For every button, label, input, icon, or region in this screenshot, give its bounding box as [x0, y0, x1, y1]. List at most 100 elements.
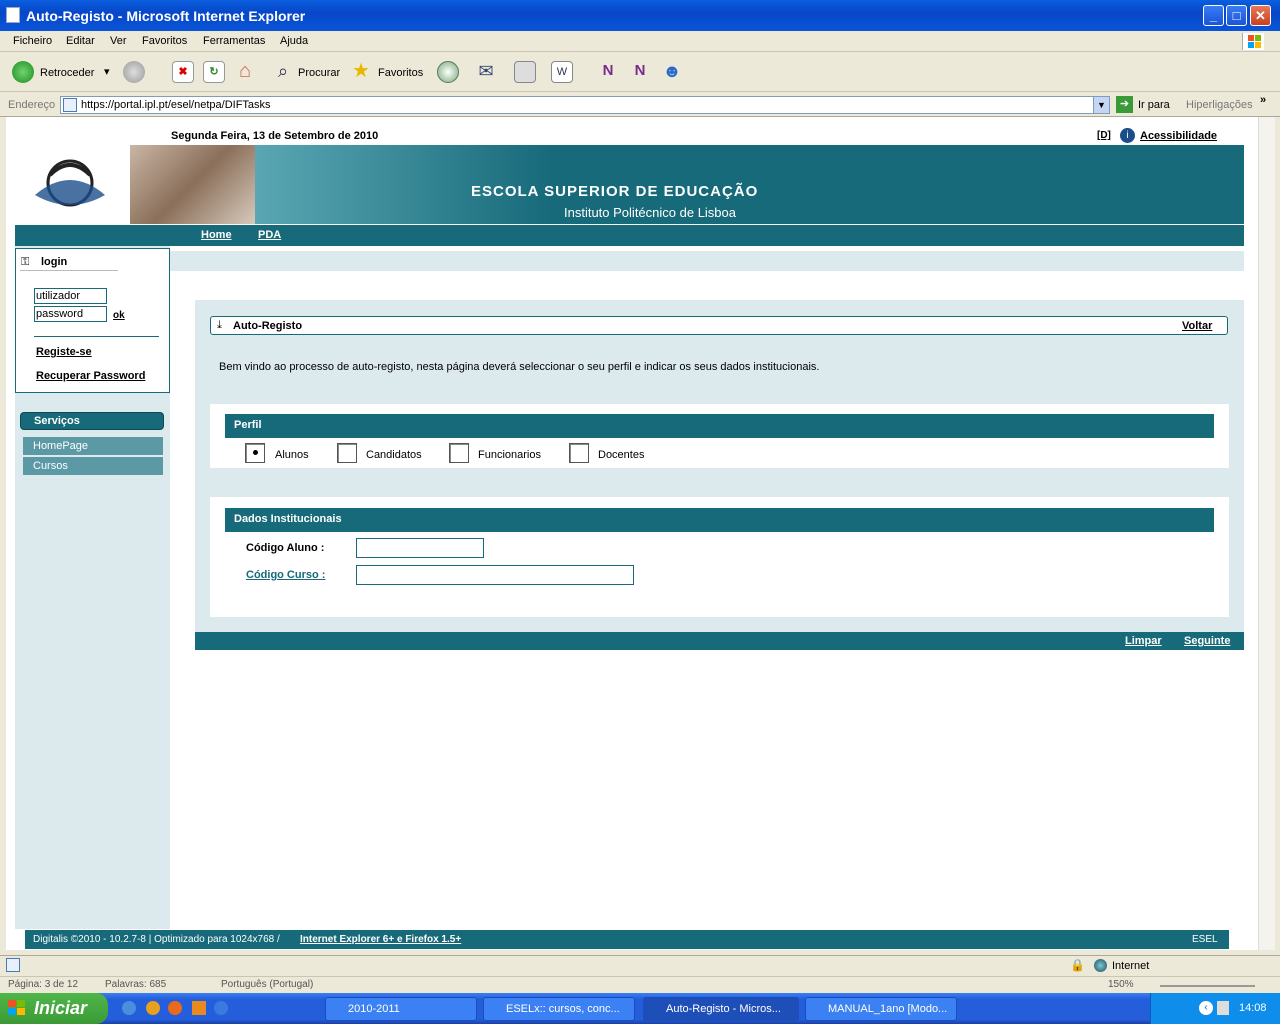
menu-ficheiro[interactable]: Ficheiro: [13, 35, 52, 47]
radio-dot: [253, 450, 258, 455]
ie-page-icon: [6, 7, 20, 23]
sidebar-item-homepage[interactable]: HomePage: [23, 437, 163, 455]
radio-alunos[interactable]: [245, 443, 265, 463]
window-title: Auto-Registo - Microsoft Internet Explor…: [26, 8, 306, 24]
page-date: Segunda Feira, 13 de Setembro de 2010: [171, 130, 379, 142]
back-link[interactable]: Voltar: [1182, 320, 1212, 332]
address-label: Endereço: [8, 99, 56, 111]
zoom-slider[interactable]: [1160, 985, 1255, 987]
menu-favoritos[interactable]: Favoritos: [142, 35, 187, 47]
password-input[interactable]: [34, 306, 107, 322]
back-arrow-icon[interactable]: [12, 61, 34, 83]
quicklaunch-firefox-icon[interactable]: [168, 1001, 182, 1015]
word-edit-icon[interactable]: W: [551, 61, 573, 83]
sidebar-item-cursos[interactable]: Cursos: [23, 457, 163, 475]
refresh-icon[interactable]: ↻: [203, 61, 225, 83]
school-name: ESCOLA SUPERIOR DE EDUCAÇÃO: [471, 183, 759, 200]
ipl-logo: [15, 145, 130, 224]
favorites-button-label[interactable]: Favoritos: [378, 67, 423, 79]
form-title-bar: ⤓ Auto-Registo Voltar: [210, 316, 1228, 335]
footer-browser-link[interactable]: Internet Explorer 6+ e Firefox 1.5+: [300, 934, 461, 945]
menu-editar[interactable]: Editar: [66, 35, 95, 47]
task-manual[interactable]: MANUAL_1ano [Modo...: [805, 997, 957, 1021]
username-input[interactable]: [34, 288, 107, 304]
chevron-right-icon[interactable]: »: [1260, 94, 1266, 106]
next-button[interactable]: Seguinte: [1184, 635, 1230, 647]
start-label: Iniciar: [34, 998, 88, 1018]
download-arrow-icon: ⤓: [217, 319, 222, 331]
accessibility-link[interactable]: Acessibilidade: [1140, 130, 1217, 142]
menu-ferramentas[interactable]: Ferramentas: [203, 35, 265, 47]
onenote-send-icon[interactable]: N: [629, 61, 651, 83]
register-link[interactable]: Registe-se: [36, 346, 92, 358]
accessibility-icon: i: [1120, 128, 1135, 143]
task-folder[interactable]: 2010-2011: [325, 997, 477, 1021]
back-dropdown-icon[interactable]: ▾: [104, 65, 110, 78]
quicklaunch-ie-icon[interactable]: [122, 1001, 136, 1015]
nav-pda[interactable]: PDA: [258, 229, 281, 241]
stop-icon[interactable]: ✖: [172, 61, 194, 83]
page-status-icon: [6, 958, 20, 972]
quicklaunch-media-icon[interactable]: [146, 1001, 160, 1015]
tray-expand-icon[interactable]: ‹: [1199, 1001, 1213, 1015]
word-count: Palavras: 685: [105, 979, 167, 990]
quicklaunch-explorer-icon[interactable]: [214, 1001, 228, 1015]
mail-icon[interactable]: ✉: [475, 61, 497, 83]
key-icon: ⚿: [21, 256, 30, 268]
history-icon[interactable]: [437, 61, 459, 83]
recover-password-link[interactable]: Recuperar Password: [36, 370, 145, 382]
radio-label: Docentes: [598, 449, 645, 461]
close-button[interactable]: ✕: [1250, 5, 1271, 26]
tray-app-icon[interactable]: [1217, 1001, 1229, 1015]
task-eselx[interactable]: ESELx:: cursos, conc...: [483, 997, 635, 1021]
maximize-button[interactable]: □: [1226, 5, 1247, 26]
clear-button[interactable]: Limpar: [1125, 635, 1162, 647]
d-link[interactable]: [D]: [1097, 130, 1111, 141]
task-auto-registo[interactable]: Auto-Registo - Micros...: [643, 997, 799, 1021]
windows-logo-icon: [1242, 33, 1264, 50]
title-bar: Auto-Registo - Microsoft Internet Explor…: [0, 0, 1280, 31]
menu-bar: Ficheiro Editar Ver Favoritos Ferramenta…: [0, 31, 1280, 52]
login-ok-button[interactable]: ok: [113, 310, 125, 321]
onenote-icon[interactable]: N: [597, 61, 619, 83]
menu-ajuda[interactable]: Ajuda: [280, 35, 308, 47]
codigo-curso-input[interactable]: [356, 565, 634, 585]
minimize-button[interactable]: _: [1203, 5, 1224, 26]
radio-candidatos[interactable]: [337, 443, 357, 463]
radio-docentes[interactable]: [569, 443, 589, 463]
chevron-down-icon[interactable]: ▼: [1093, 97, 1109, 113]
forward-arrow-icon[interactable]: [123, 61, 145, 83]
radio-funcionarios[interactable]: [449, 443, 469, 463]
system-tray: ‹ 14:08: [1150, 993, 1280, 1024]
lock-icon: 🔒: [1070, 958, 1085, 972]
perfil-title: Perfil: [234, 419, 262, 431]
search-button-label[interactable]: Procurar: [298, 67, 340, 79]
messenger-icon[interactable]: ☻: [661, 61, 683, 83]
go-arrow-icon[interactable]: ➔: [1116, 96, 1133, 113]
form-action-bar: Limpar Seguinte: [195, 632, 1244, 650]
home-icon[interactable]: ⌂: [234, 61, 256, 83]
sidebar-item-label: Cursos: [33, 460, 68, 472]
vertical-scrollbar[interactable]: [1258, 117, 1275, 950]
links-label[interactable]: Hiperligações: [1186, 99, 1253, 111]
intro-text: Bem vindo ao processo de auto-registo, n…: [219, 361, 820, 373]
word-status-bar: Página: 3 de 12 Palavras: 685 Português …: [0, 976, 1280, 993]
subnav-strip: [170, 251, 1244, 271]
codigo-aluno-input[interactable]: [356, 538, 484, 558]
back-button-label[interactable]: Retroceder: [40, 67, 94, 79]
menu-ver[interactable]: Ver: [110, 35, 127, 47]
quicklaunch-office-icon[interactable]: [192, 1001, 206, 1015]
search-icon[interactable]: ⌕: [272, 61, 294, 83]
nav-home[interactable]: Home: [201, 229, 232, 241]
word-page: Página: 3 de 12: [8, 979, 79, 990]
footer-esel: ESEL: [1192, 934, 1218, 945]
print-icon[interactable]: [514, 61, 536, 83]
windows-flag-icon: [8, 1000, 26, 1016]
task-label: 2010-2011: [348, 1003, 400, 1015]
go-button[interactable]: Ir para: [1138, 99, 1170, 111]
start-button[interactable]: Iniciar: [0, 993, 108, 1024]
codigo-aluno-label: Código Aluno :: [246, 542, 325, 554]
address-input[interactable]: https://portal.ipl.pt/esel/netpa/DIFTask…: [60, 96, 1110, 114]
favorites-star-icon[interactable]: ★: [350, 61, 372, 83]
codigo-curso-link[interactable]: Código Curso :: [246, 569, 325, 581]
